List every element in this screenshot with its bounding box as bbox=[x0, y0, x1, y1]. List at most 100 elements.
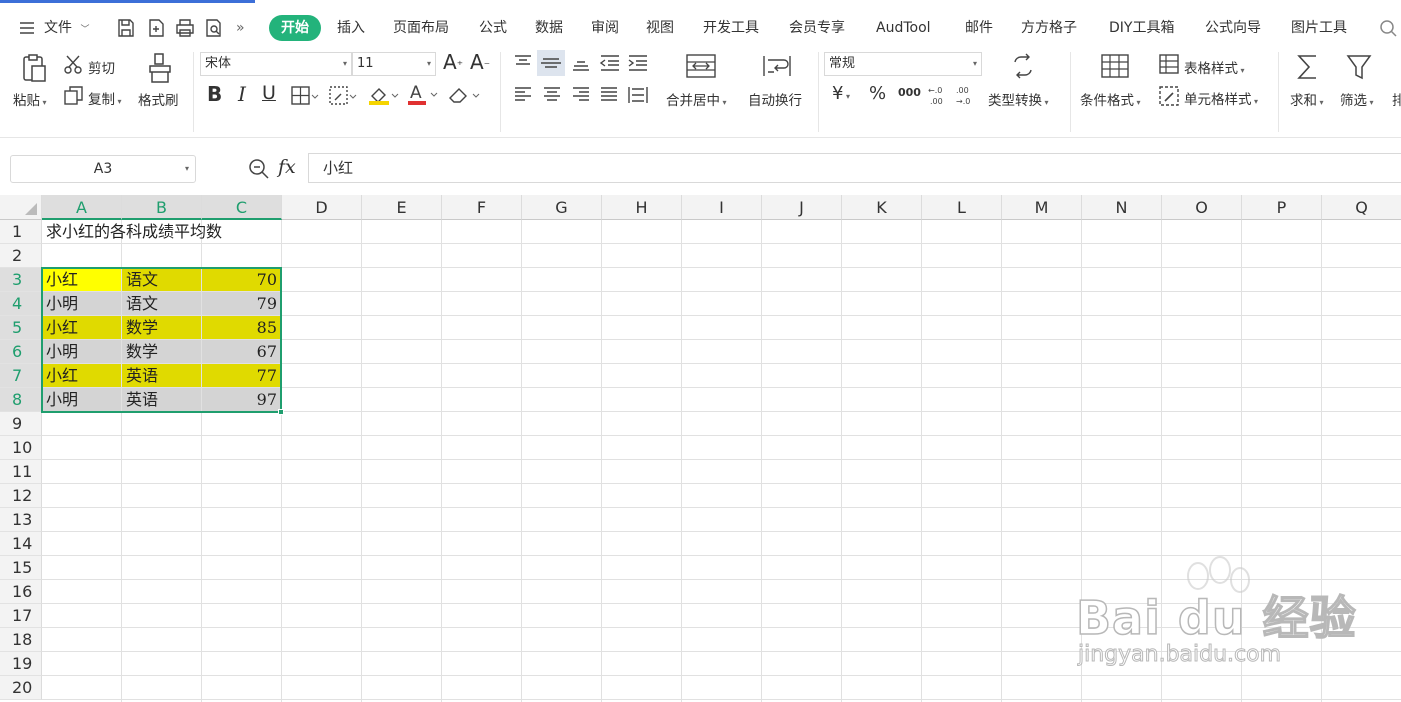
row-header-3[interactable]: 3 bbox=[0, 268, 42, 292]
insert-function-icon[interactable]: fx bbox=[278, 156, 296, 178]
table-style-button[interactable]: 表格样式 ▾ bbox=[1184, 57, 1245, 77]
row-header-15[interactable]: 15 bbox=[0, 556, 42, 580]
copy-button[interactable]: 复制 ▾ bbox=[88, 88, 122, 108]
cell-score[interactable]: 97 bbox=[202, 388, 281, 411]
file-menu[interactable]: 文件 ﹀ bbox=[44, 15, 89, 41]
column-header-c[interactable]: C bbox=[202, 195, 282, 220]
decrease-font-size-icon[interactable]: A⁻ bbox=[470, 50, 490, 74]
align-right-icon[interactable] bbox=[570, 84, 592, 106]
justify-icon[interactable] bbox=[598, 84, 620, 106]
tab-formulas[interactable]: 公式 bbox=[479, 15, 507, 41]
column-header-h[interactable]: H bbox=[602, 195, 682, 220]
cell-name[interactable]: 小红 bbox=[42, 316, 121, 339]
cell-score[interactable]: 77 bbox=[202, 364, 281, 387]
fill-handle[interactable] bbox=[278, 409, 284, 415]
cell-name[interactable]: 小红 bbox=[42, 364, 121, 387]
filter-button[interactable]: 筛选 ▾ bbox=[1340, 89, 1374, 109]
tab-audtool[interactable]: AudTool bbox=[876, 15, 931, 41]
format-painter-button[interactable]: 格式刷 bbox=[138, 89, 179, 109]
paste-icon[interactable] bbox=[18, 52, 50, 84]
bold-icon[interactable]: B bbox=[207, 82, 222, 106]
print-preview-icon[interactable] bbox=[202, 16, 226, 40]
cell-shading-icon[interactable] bbox=[329, 86, 357, 106]
row-header-1[interactable]: 1 bbox=[0, 220, 42, 244]
search-icon[interactable] bbox=[1376, 16, 1400, 40]
export-pdf-icon[interactable] bbox=[144, 16, 168, 40]
fill-color-icon[interactable] bbox=[367, 84, 399, 106]
cell-subject[interactable]: 语文 bbox=[122, 292, 201, 315]
row-header-13[interactable]: 13 bbox=[0, 508, 42, 532]
tab-data[interactable]: 数据 bbox=[535, 15, 563, 41]
tab-home[interactable]: 开始 bbox=[269, 15, 321, 41]
cell-name[interactable]: 小明 bbox=[42, 292, 121, 315]
cell-name[interactable]: 小红 bbox=[42, 268, 121, 291]
cell-score[interactable]: 85 bbox=[202, 316, 281, 339]
tab-page-layout[interactable]: 页面布局 bbox=[393, 15, 449, 41]
percent-format-button[interactable]: % bbox=[869, 83, 886, 104]
column-header-j[interactable]: J bbox=[762, 195, 842, 220]
align-bottom-icon[interactable] bbox=[570, 52, 592, 74]
align-middle-icon[interactable] bbox=[537, 50, 565, 76]
tab-view[interactable]: 视图 bbox=[646, 15, 674, 41]
row-header-12[interactable]: 12 bbox=[0, 484, 42, 508]
cell-subject[interactable]: 数学 bbox=[122, 340, 201, 363]
copy-icon[interactable] bbox=[63, 85, 85, 107]
column-header-l[interactable]: L bbox=[922, 195, 1002, 220]
cell-subject[interactable]: 数学 bbox=[122, 316, 201, 339]
conditional-format-button[interactable]: 条件格式 ▾ bbox=[1080, 89, 1141, 109]
column-header-k[interactable]: K bbox=[842, 195, 922, 220]
number-format-select[interactable]: 常规 ▾ bbox=[824, 52, 982, 76]
column-header-q[interactable]: Q bbox=[1322, 195, 1401, 220]
column-header-n[interactable]: N bbox=[1082, 195, 1162, 220]
row-header-10[interactable]: 10 bbox=[0, 436, 42, 460]
tab-review[interactable]: 审阅 bbox=[591, 15, 619, 41]
cell-score[interactable]: 67 bbox=[202, 340, 281, 363]
cell-name[interactable]: 小明 bbox=[42, 388, 121, 411]
tab-mail[interactable]: 邮件 bbox=[965, 15, 993, 41]
cell-subject[interactable]: 英语 bbox=[122, 388, 201, 411]
wrap-text-button[interactable]: 自动换行 bbox=[748, 89, 802, 109]
row-header-16[interactable]: 16 bbox=[0, 580, 42, 604]
hamburger-menu-icon[interactable] bbox=[16, 16, 40, 40]
row-header-17[interactable]: 17 bbox=[0, 604, 42, 628]
sort-button[interactable]: 排 bbox=[1392, 89, 1401, 109]
more-menu-button[interactable]: » bbox=[236, 15, 245, 41]
row-header-20[interactable]: 20 bbox=[0, 676, 42, 700]
font-color-icon[interactable]: A bbox=[406, 82, 438, 106]
paste-button[interactable]: 粘贴 ▾ bbox=[13, 89, 47, 109]
merge-center-button[interactable]: 合并居中 ▾ bbox=[666, 89, 727, 109]
conditional-format-icon[interactable] bbox=[1100, 52, 1130, 80]
tab-insert[interactable]: 插入 bbox=[337, 15, 365, 41]
cell-score[interactable]: 79 bbox=[202, 292, 281, 315]
font-name-select[interactable]: 宋体 ▾ bbox=[200, 52, 352, 76]
merge-center-icon[interactable] bbox=[685, 52, 717, 80]
column-header-p[interactable]: P bbox=[1242, 195, 1322, 220]
font-size-select[interactable]: 11 ▾ bbox=[352, 52, 436, 76]
name-box[interactable]: A3 ▾ bbox=[10, 155, 196, 183]
type-convert-button[interactable]: 类型转换 ▾ bbox=[988, 89, 1049, 109]
tab-picture-tools[interactable]: 图片工具 bbox=[1291, 15, 1347, 41]
cell-subject[interactable]: 英语 bbox=[122, 364, 201, 387]
row-header-2[interactable]: 2 bbox=[0, 244, 42, 268]
filter-icon[interactable] bbox=[1345, 52, 1373, 82]
column-header-b[interactable]: B bbox=[122, 195, 202, 220]
table-style-icon[interactable] bbox=[1158, 53, 1180, 75]
wrap-text-icon[interactable] bbox=[761, 52, 793, 80]
tab-member[interactable]: 会员专享 bbox=[789, 15, 845, 41]
row-header-11[interactable]: 11 bbox=[0, 460, 42, 484]
cell-subject[interactable]: 语文 bbox=[122, 268, 201, 291]
type-convert-icon[interactable] bbox=[1009, 52, 1037, 80]
format-painter-icon[interactable] bbox=[146, 52, 174, 84]
column-header-i[interactable]: I bbox=[682, 195, 762, 220]
row-header-18[interactable]: 18 bbox=[0, 628, 42, 652]
thousands-separator-button[interactable]: 000 bbox=[898, 86, 921, 99]
scissors-icon[interactable] bbox=[63, 54, 85, 76]
tab-fangfang[interactable]: 方方格子 bbox=[1021, 15, 1077, 41]
cell-a1-title[interactable]: 求小红的各科成绩平均数 bbox=[42, 220, 282, 244]
border-icon[interactable] bbox=[291, 86, 319, 106]
align-top-icon[interactable] bbox=[512, 52, 534, 74]
row-header-6[interactable]: 6 bbox=[0, 340, 42, 364]
row-header-4[interactable]: 4 bbox=[0, 292, 42, 316]
column-header-g[interactable]: G bbox=[522, 195, 602, 220]
align-center-icon[interactable] bbox=[541, 84, 563, 106]
